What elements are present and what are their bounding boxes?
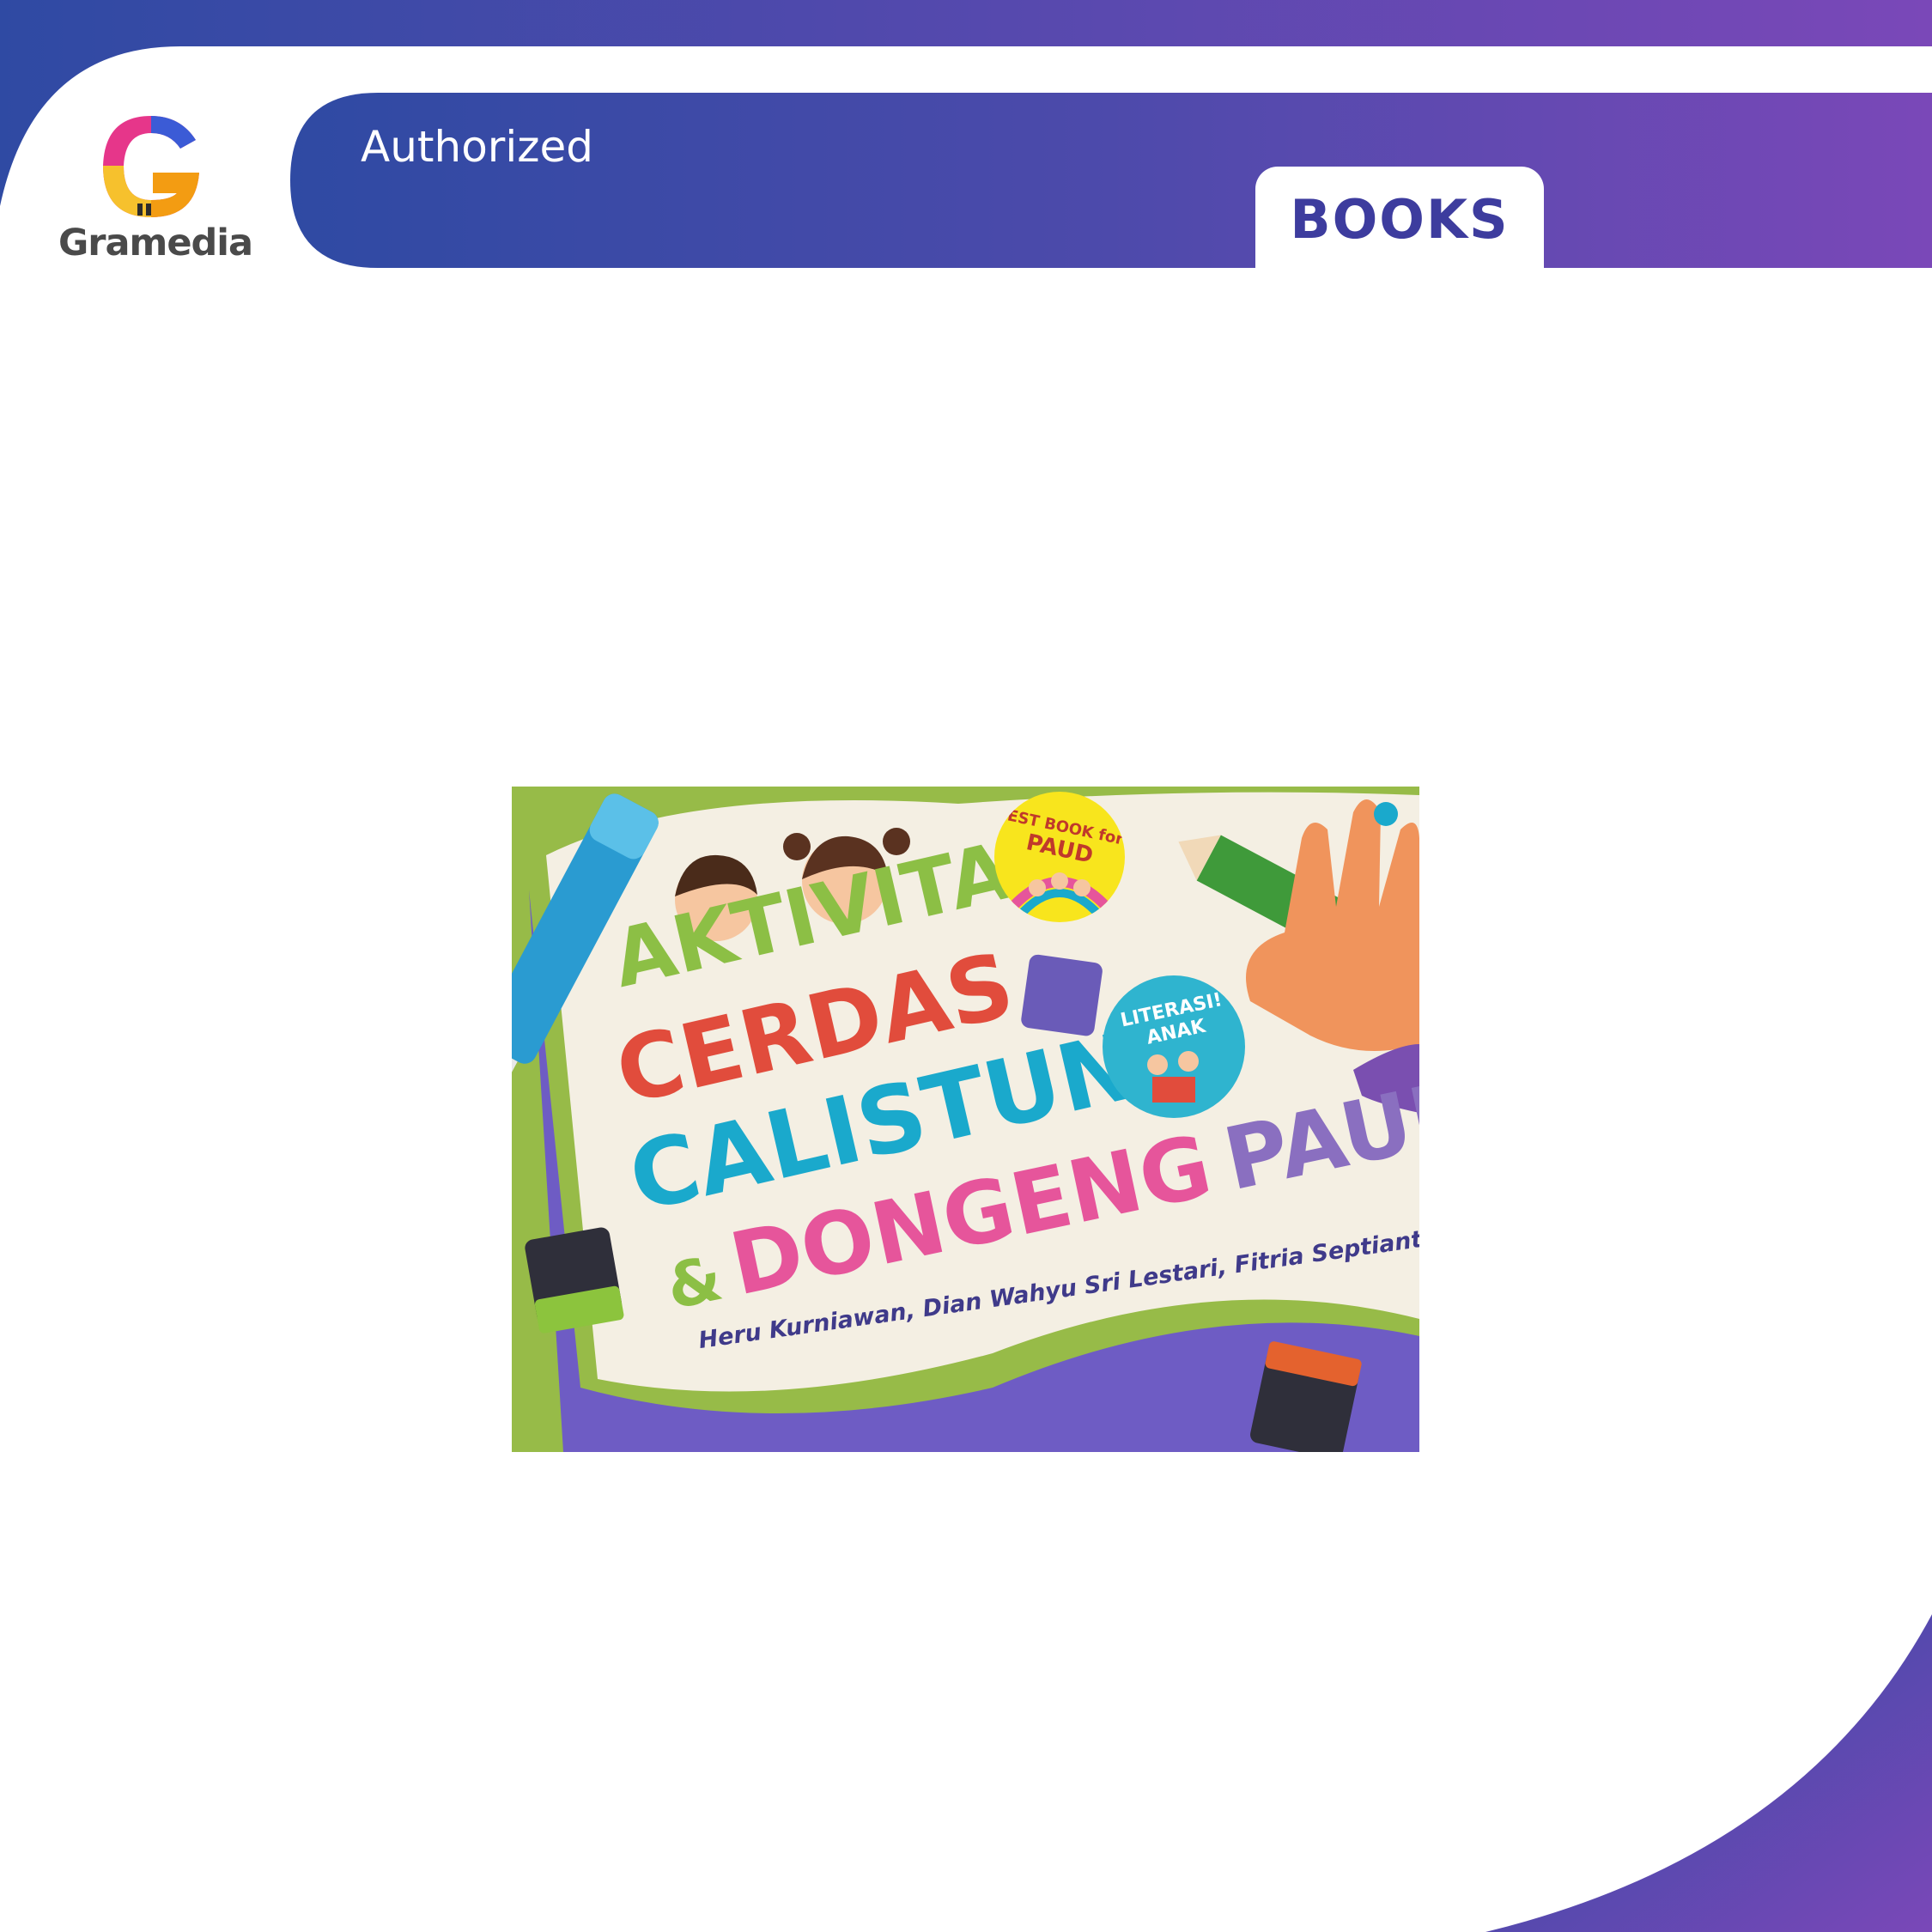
- book-cover-image: AKTIVITAS CERDAS CALISTUNG &DONGENGPAUD …: [512, 787, 1419, 1452]
- publisher-logo-icon: [1374, 802, 1398, 826]
- header-bar: [290, 93, 1932, 268]
- corner-swoosh: [1485, 1614, 1932, 1932]
- brand-name: Gramedia: [58, 222, 253, 264]
- books-label: BOOKS: [1290, 187, 1510, 251]
- books-tab: BOOKS: [1255, 167, 1544, 270]
- authorized-label: Authorized: [361, 122, 593, 172]
- best-book-badge: BEST BOOK for PAUD: [994, 792, 1125, 922]
- literasi-anak-badge: LITERASI! ANAK: [1103, 975, 1245, 1118]
